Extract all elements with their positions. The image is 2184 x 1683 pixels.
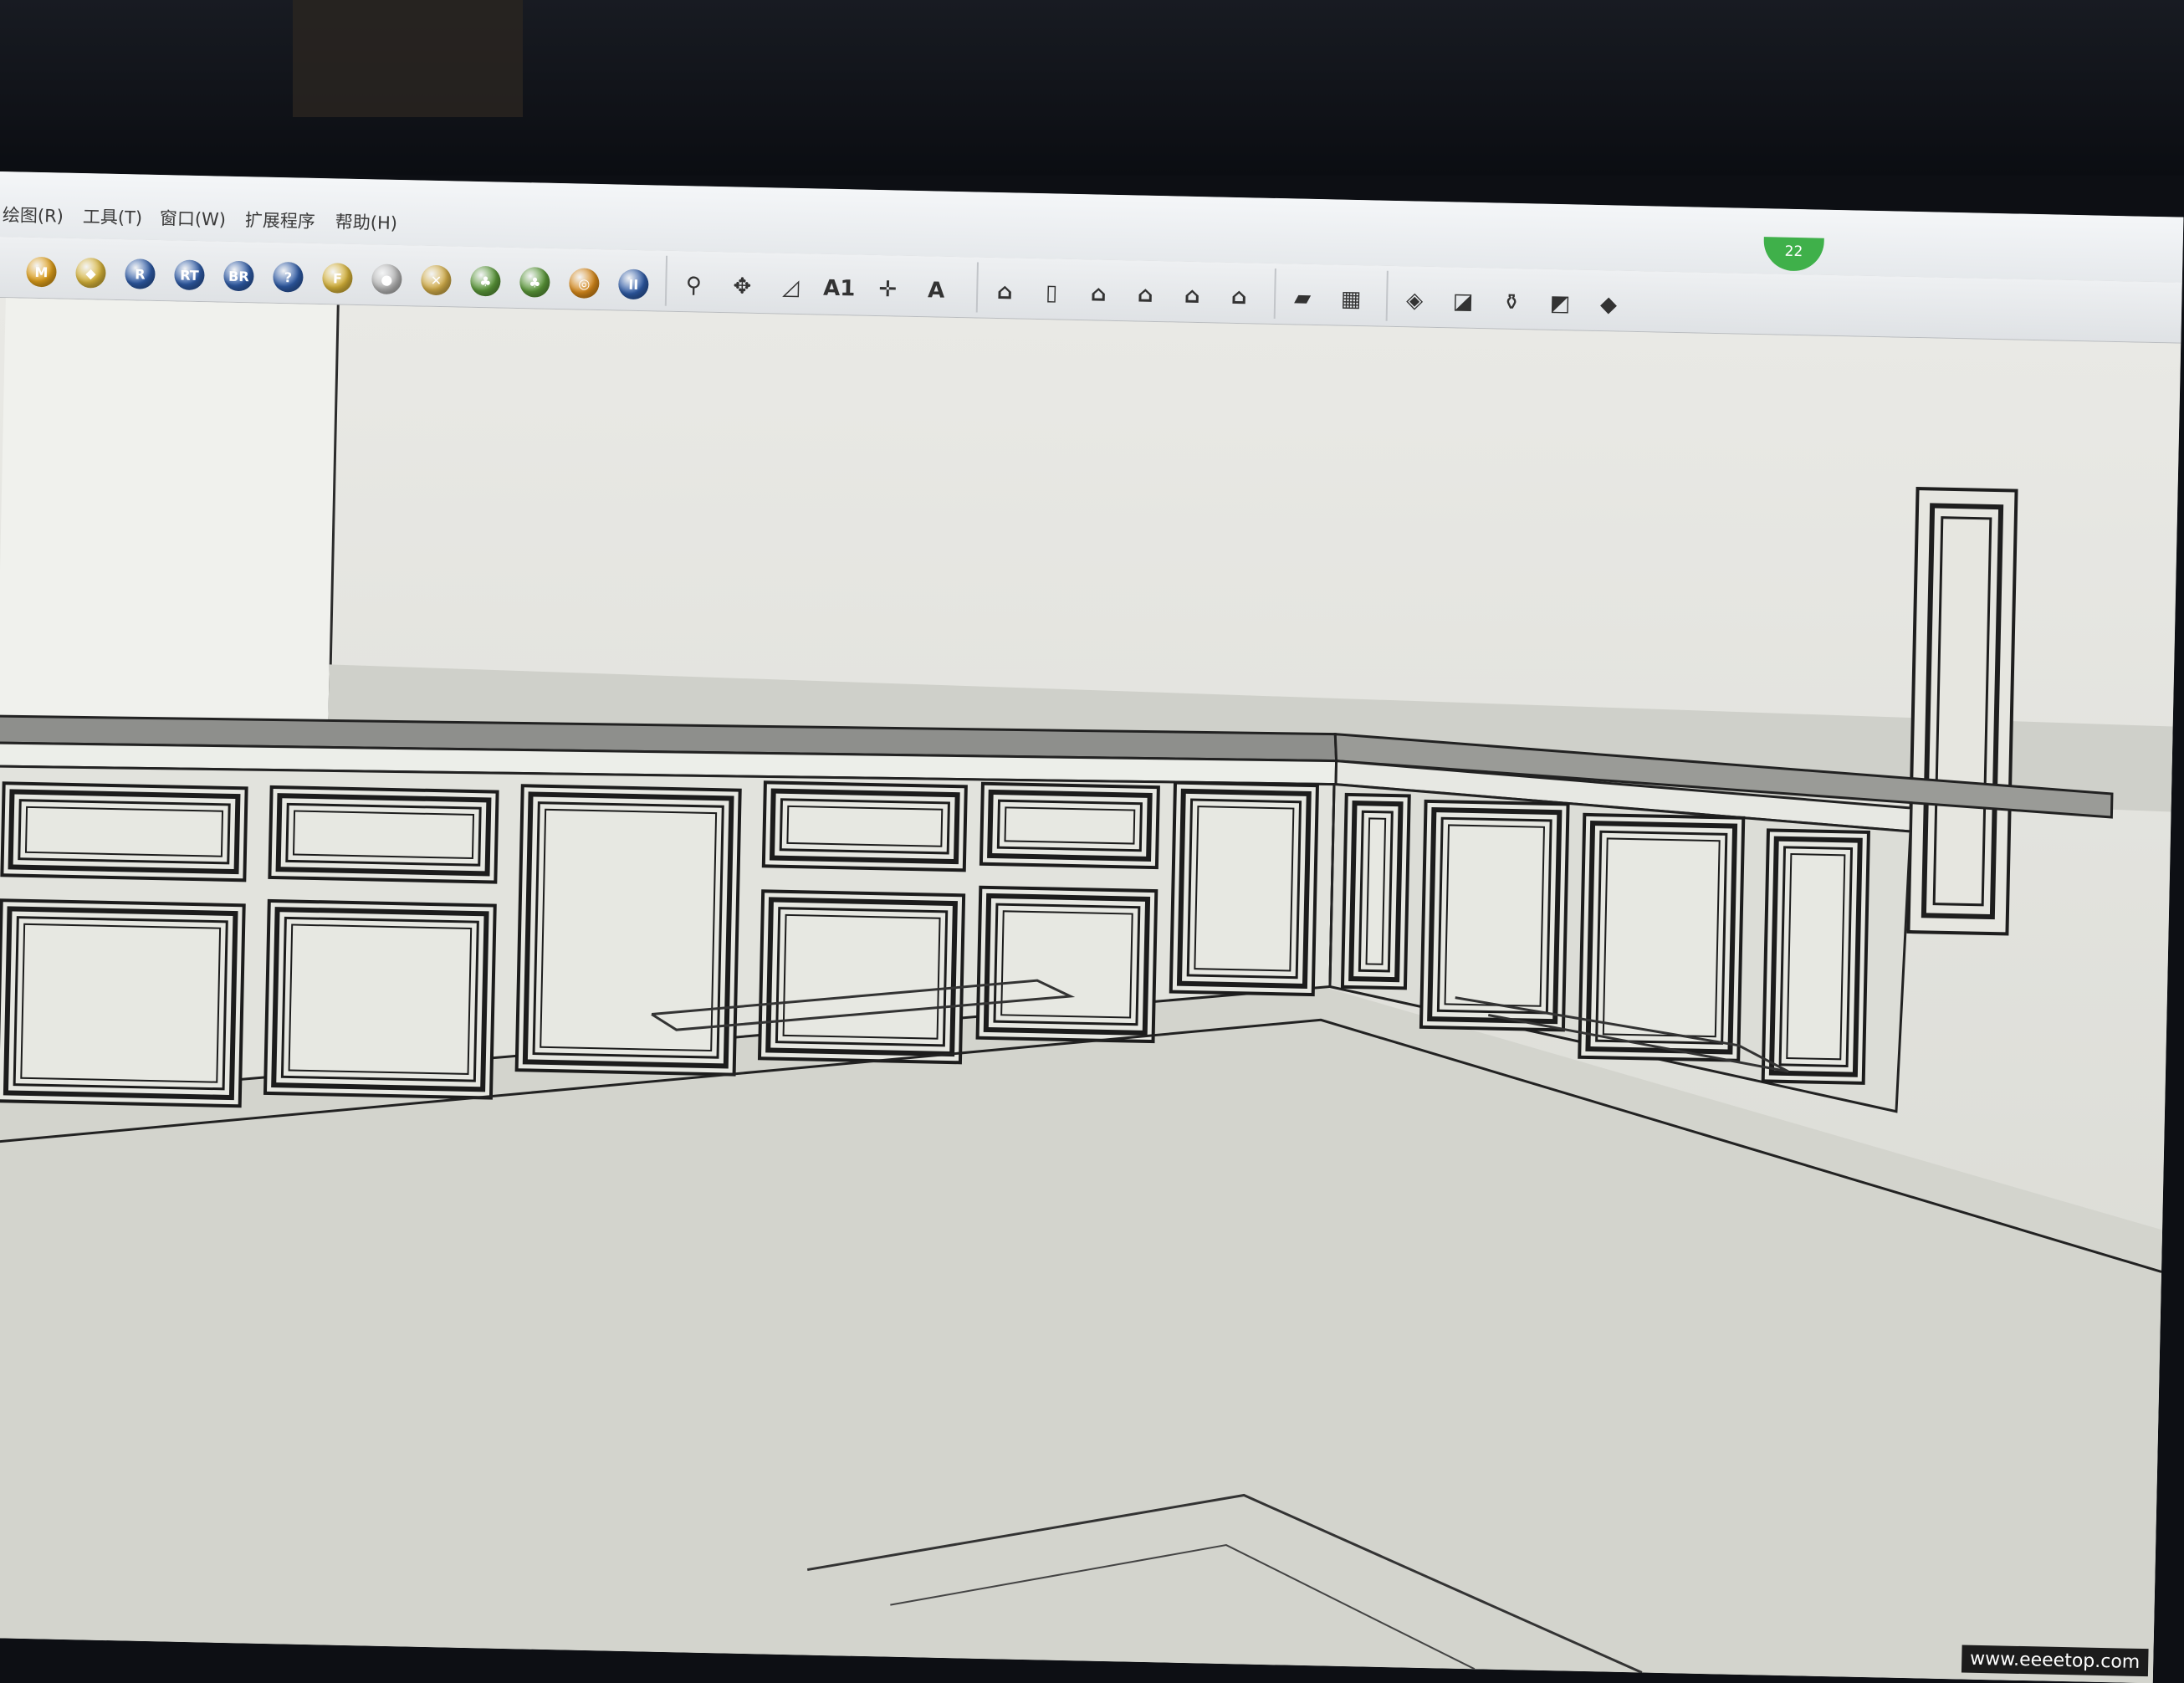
flip-edge-icon-glyph: ◆ — [1599, 292, 1618, 318]
stamp-icon-glyph: ◪ — [1452, 289, 1474, 315]
sandbox-contours-icon-glyph: ▰ — [1293, 285, 1312, 311]
door-3 — [514, 784, 742, 1077]
frame-buffer-icon-glyph: F — [322, 263, 353, 294]
material-editor-icon-glyph: M — [26, 256, 57, 288]
sandbox-toolbar-a: ▰ ▦ — [1273, 268, 1385, 321]
stamp-icon[interactable]: ◪ — [1446, 284, 1481, 319]
top-view-icon-glyph: ▯ — [1045, 280, 1058, 306]
text-tool-icon-glyph: A1 — [822, 275, 856, 302]
frame-buffer-icon[interactable]: F — [320, 261, 355, 295]
left-view-icon[interactable]: ⌂ — [1222, 280, 1256, 315]
background-reflection — [293, 0, 523, 117]
right-view-icon-glyph: ⌂ — [1137, 282, 1153, 308]
3d-text-icon-glyph: A — [927, 278, 945, 304]
protractor-icon-glyph: ◿ — [781, 274, 800, 301]
material-editor-icon[interactable]: M — [24, 255, 59, 289]
sketchup-window: 绘图(R) 工具(T) 窗口(W) 扩展程序 帮助(H) 22 M ◆ R RT BR?… — [0, 171, 2184, 1683]
drawer-2 — [268, 785, 499, 884]
tall-wall-panel — [1906, 487, 2018, 936]
right-view-icon[interactable]: ⌂ — [1128, 278, 1163, 312]
cabinet-scene — [0, 487, 2173, 1683]
batch-render-icon[interactable]: BR — [222, 259, 256, 294]
help-icon[interactable]: ? — [271, 260, 305, 294]
back-view-icon[interactable]: ⌂ — [1175, 279, 1210, 313]
door-6 — [1169, 780, 1320, 997]
tape-measure-icon[interactable]: ⚲ — [677, 269, 711, 303]
plane-light-icon[interactable]: ✕ — [419, 263, 453, 298]
plane-light-icon-glyph: ✕ — [421, 264, 452, 296]
render-region-icon[interactable]: RT — [172, 258, 207, 292]
render-icon-glyph: R — [125, 258, 156, 289]
door-10 — [1761, 828, 1870, 1085]
drawer-1 — [0, 781, 248, 882]
sandbox-scratch-icon-glyph: ▦ — [1340, 286, 1362, 313]
tape-measure-icon-glyph: ⚲ — [685, 273, 703, 299]
vray-toolbar: M ◆ R RT BR? F ● ✕ ♣ ♣ ◎ II — [14, 242, 659, 305]
door-8 — [1419, 799, 1570, 1032]
sandbox-contours-icon[interactable]: ▰ — [1286, 281, 1320, 315]
proxy-export-icon[interactable]: ♣ — [518, 265, 552, 299]
menu-help[interactable]: 帮助(H) — [335, 208, 398, 235]
pause-icon-glyph: II — [617, 269, 649, 300]
menu-window[interactable]: 窗口(W) — [160, 205, 227, 232]
axes-icon-glyph: ✛ — [878, 277, 898, 303]
3d-viewport[interactable]: www.eeeetop.com — [0, 297, 2181, 1683]
drape-icon[interactable]: ⚱ — [1495, 285, 1529, 320]
drawer-3 — [761, 780, 968, 872]
menu-tools[interactable]: 工具(T) — [83, 203, 143, 229]
render-region-icon-glyph: RT — [174, 259, 205, 291]
sphere-light-icon-glyph: ● — [371, 263, 402, 295]
pause-icon[interactable]: II — [616, 267, 651, 301]
door-7 — [1340, 792, 1411, 990]
menu-draw[interactable]: 绘图(R) — [3, 202, 64, 228]
proxy-tree-icon-glyph: ♣ — [470, 265, 501, 297]
dimension-icon[interactable]: ✥ — [725, 269, 760, 304]
add-detail-icon[interactable]: ◩ — [1543, 287, 1578, 321]
watermark: www.eeeetop.com — [1961, 1645, 2149, 1677]
top-view-icon[interactable]: ▯ — [1035, 276, 1069, 310]
views-toolbar: ⌂ ▯ ⌂ ⌂ ⌂ ⌂ — [975, 262, 1268, 319]
back-view-icon-glyph: ⌂ — [1184, 283, 1200, 309]
smoove-icon[interactable]: ◈ — [1398, 284, 1432, 318]
smoove-icon-glyph: ◈ — [1405, 288, 1424, 314]
front-view-icon[interactable]: ⌂ — [1082, 277, 1116, 311]
sphere-light-icon[interactable]: ● — [370, 262, 404, 296]
axes-icon[interactable]: ✛ — [871, 273, 905, 307]
batch-render-icon-glyph: BR — [223, 260, 254, 292]
light-tag-icon[interactable]: ◆ — [74, 256, 108, 290]
notification-badge[interactable]: 22 — [1762, 237, 1824, 272]
proxy-tree-icon[interactable]: ♣ — [468, 264, 503, 299]
door-2 — [263, 898, 497, 1100]
construction-toolbar: ⚲ ✥ ◿ A1 ✛ A — [664, 255, 979, 313]
text-tool-icon[interactable]: A1 — [822, 272, 857, 306]
sandbox-scratch-icon[interactable]: ▦ — [1334, 282, 1368, 316]
door-5 — [975, 885, 1158, 1044]
drape-icon-glyph: ⚱ — [1501, 289, 1522, 316]
menu-extensions[interactable]: 扩展程序 — [245, 207, 316, 233]
iso-view-icon-glyph: ⌂ — [996, 279, 1013, 305]
dimension-icon-glyph: ✥ — [733, 274, 752, 299]
front-view-icon-glyph: ⌂ — [1090, 281, 1107, 307]
door-1 — [0, 898, 246, 1108]
sandbox-toolbar-b: ◈ ◪ ⚱ ◩ ◆ — [1385, 270, 1639, 327]
3d-text-icon[interactable]: A — [919, 274, 954, 308]
iso-view-icon[interactable]: ⌂ — [988, 275, 1022, 309]
protractor-icon[interactable]: ◿ — [774, 270, 808, 304]
drawer-4 — [979, 781, 1160, 870]
help-icon-glyph: ? — [273, 261, 304, 293]
left-view-icon-glyph: ⌂ — [1230, 284, 1247, 310]
light-tag-icon-glyph: ◆ — [75, 257, 106, 289]
target-icon-glyph: ◎ — [568, 268, 600, 299]
flip-edge-icon[interactable]: ◆ — [1592, 288, 1626, 322]
render-icon[interactable]: R — [123, 257, 157, 291]
target-icon[interactable]: ◎ — [567, 266, 601, 300]
door-4 — [757, 889, 966, 1065]
add-detail-icon-glyph: ◩ — [1549, 290, 1571, 317]
proxy-export-icon-glyph: ♣ — [519, 267, 550, 298]
